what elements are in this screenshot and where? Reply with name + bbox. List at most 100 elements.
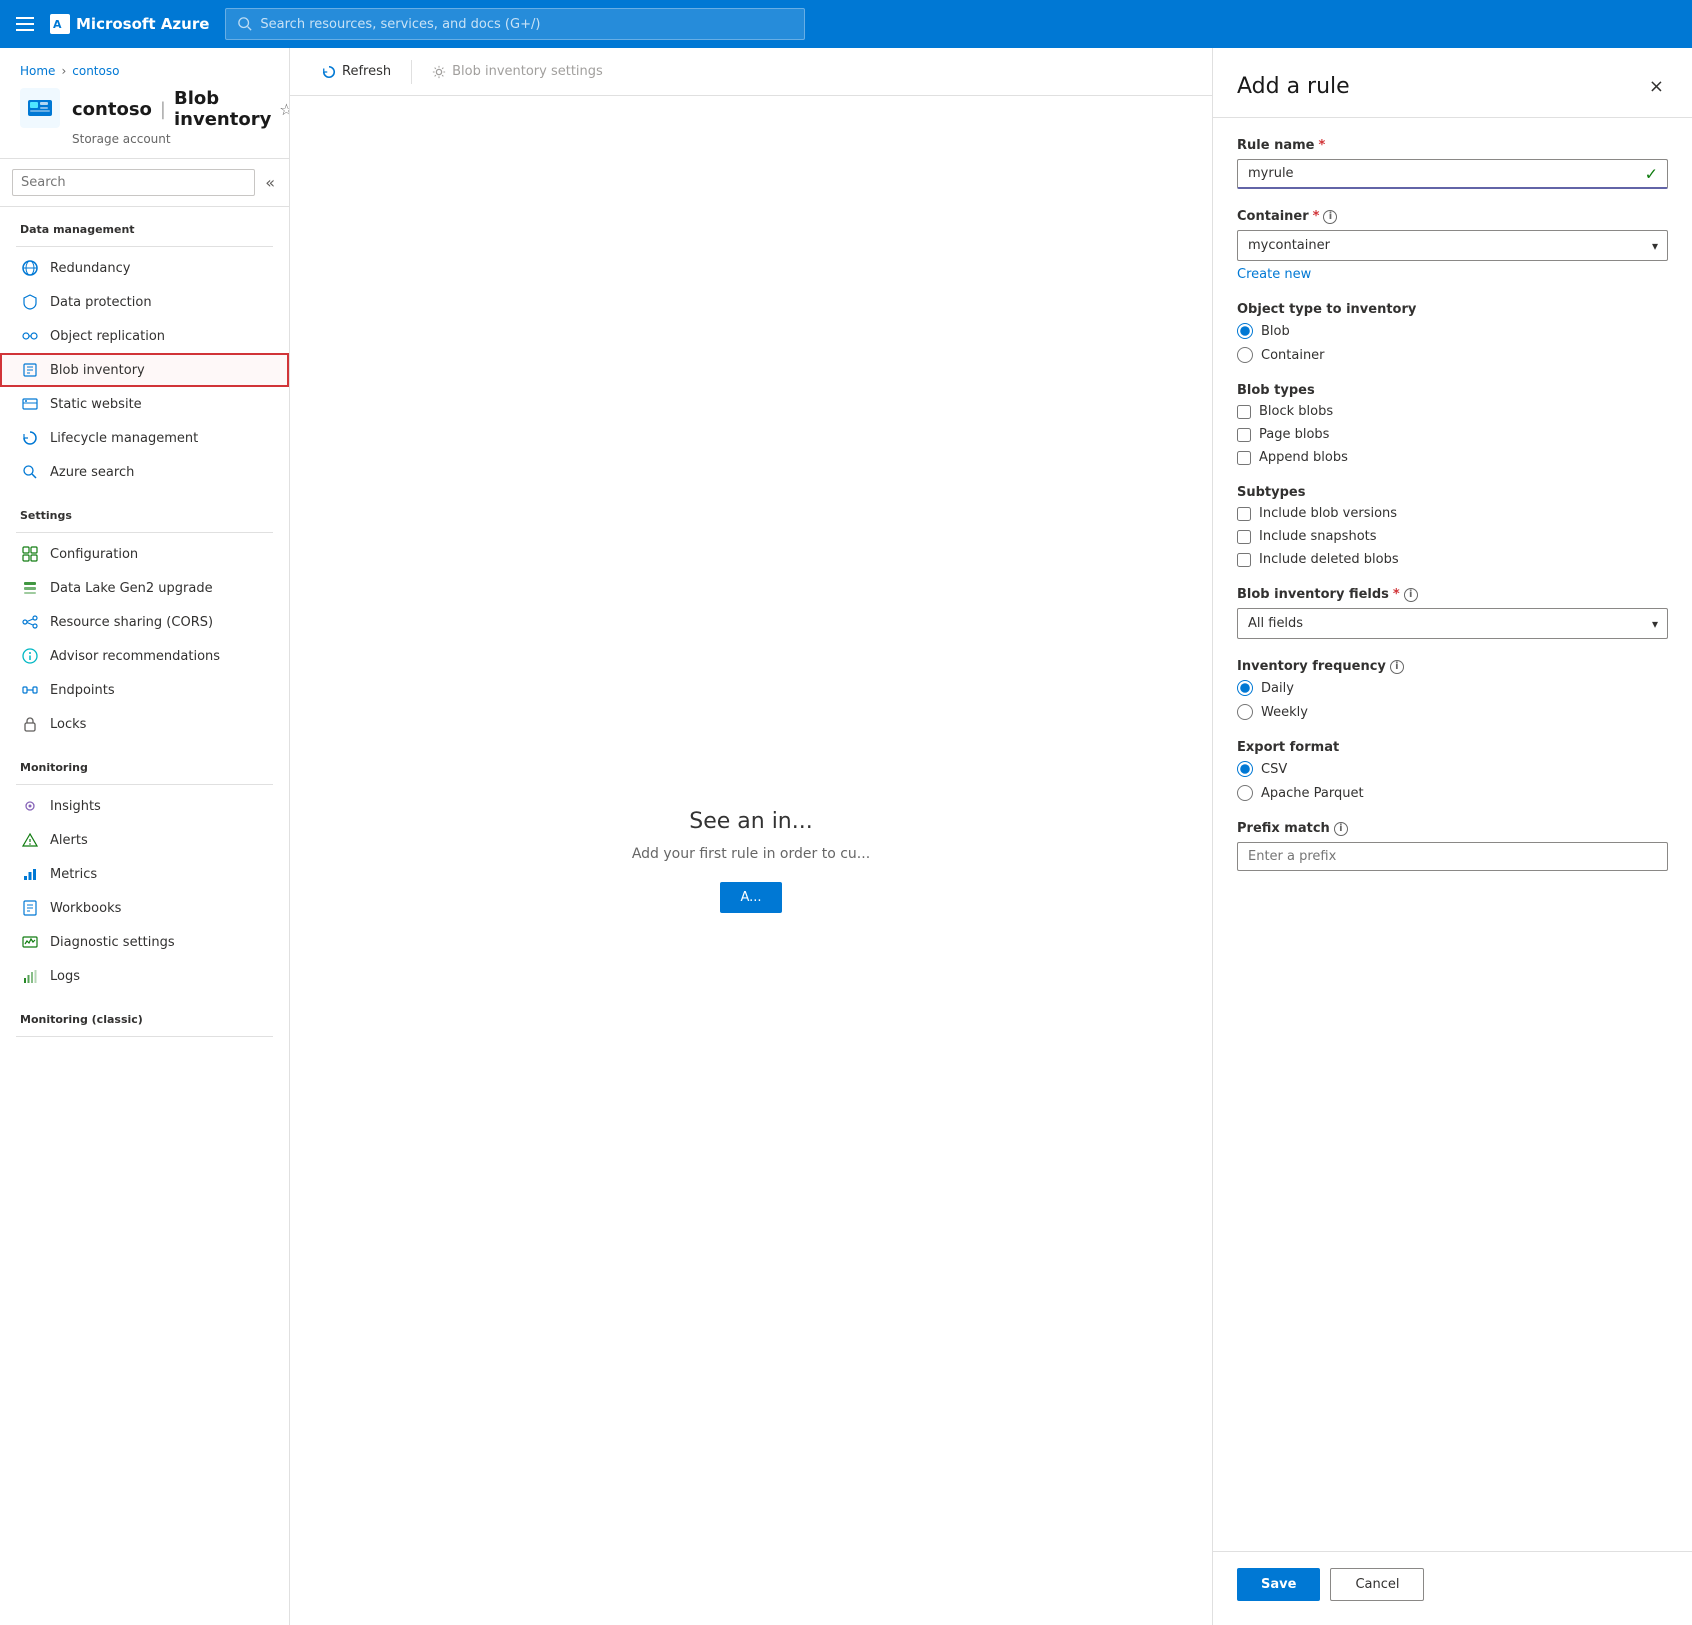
radio-apache-parquet-input[interactable] xyxy=(1237,785,1253,801)
radio-blob[interactable]: Blob xyxy=(1237,323,1668,339)
radio-daily[interactable]: Daily xyxy=(1237,680,1668,696)
required-indicator: * xyxy=(1318,138,1325,153)
subtypes-label: Subtypes xyxy=(1237,485,1668,500)
rule-name-input[interactable] xyxy=(1237,159,1668,189)
nav-section-monitoring-classic: Monitoring (classic) xyxy=(0,997,289,1045)
sidebar-item-advisor[interactable]: Advisor recommendations xyxy=(0,639,289,673)
checkbox-include-deleted-blobs[interactable]: Include deleted blobs xyxy=(1237,552,1668,567)
sidebar-item-label-object-replication: Object replication xyxy=(50,329,165,344)
add-rule-main-button[interactable]: A... xyxy=(720,882,781,913)
checkbox-block-blobs[interactable]: Block blobs xyxy=(1237,404,1668,419)
frequency-info-icon[interactable]: i xyxy=(1390,660,1404,674)
fields-info-icon[interactable]: i xyxy=(1404,588,1418,602)
object-type-radio-group: Blob Container xyxy=(1237,323,1668,363)
sidebar-item-locks[interactable]: Locks xyxy=(0,707,289,741)
checkbox-blob-versions-input[interactable] xyxy=(1237,507,1251,521)
sidebar-search-container: « xyxy=(0,159,289,207)
resource-title: contoso | Blob inventory ☆ ··· xyxy=(72,88,290,130)
sidebar-item-resource-sharing[interactable]: Resource sharing (CORS) xyxy=(0,605,289,639)
checkbox-snapshots-input[interactable] xyxy=(1237,530,1251,544)
blob-inventory-icon xyxy=(20,360,40,380)
blob-inventory-fields-select[interactable]: All fields xyxy=(1237,608,1668,639)
checkbox-append-blobs[interactable]: Append blobs xyxy=(1237,450,1668,465)
sidebar-item-label-metrics: Metrics xyxy=(50,867,97,882)
locks-icon xyxy=(20,714,40,734)
sidebar-item-blob-inventory[interactable]: Blob inventory xyxy=(0,353,289,387)
azure-logo: A Microsoft Azure xyxy=(50,14,209,34)
subtypes-checkbox-group: Include blob versions Include snapshots … xyxy=(1237,506,1668,567)
sidebar-item-configuration[interactable]: Configuration xyxy=(0,537,289,571)
checkbox-page-blobs-input[interactable] xyxy=(1237,428,1251,442)
checkbox-include-snapshots[interactable]: Include snapshots xyxy=(1237,529,1668,544)
sidebar-item-label-data-lake: Data Lake Gen2 upgrade xyxy=(50,581,213,596)
object-type-label: Object type to inventory xyxy=(1237,302,1668,317)
checkbox-include-blob-versions[interactable]: Include blob versions xyxy=(1237,506,1668,521)
sidebar-scroll-area: Data management Redundancy Data protecti… xyxy=(0,207,289,1625)
radio-daily-input[interactable] xyxy=(1237,680,1253,696)
section-divider-monitoring xyxy=(16,784,273,785)
breadcrumb-current[interactable]: contoso xyxy=(72,64,119,78)
checkbox-block-blobs-input[interactable] xyxy=(1237,405,1251,419)
page-header: Home › contoso contoso xyxy=(0,48,289,159)
rule-name-label: Rule name * xyxy=(1237,138,1668,153)
prefix-match-input[interactable] xyxy=(1237,842,1668,871)
radio-container-input[interactable] xyxy=(1237,347,1253,363)
sidebar-item-object-replication[interactable]: Object replication xyxy=(0,319,289,353)
sidebar-item-azure-search[interactable]: Azure search xyxy=(0,455,289,489)
advisor-icon xyxy=(20,646,40,666)
container-select[interactable]: mycontainer xyxy=(1237,230,1668,261)
svg-text:A: A xyxy=(53,18,62,31)
favorite-star-icon[interactable]: ☆ xyxy=(279,100,290,119)
empty-state-title: See an in... xyxy=(689,809,813,834)
radio-container[interactable]: Container xyxy=(1237,347,1668,363)
sidebar-item-diagnostic[interactable]: Diagnostic settings xyxy=(0,925,289,959)
sidebar-item-label-workbooks: Workbooks xyxy=(50,901,121,916)
sidebar-item-label-diagnostic: Diagnostic settings xyxy=(50,935,175,950)
sidebar-item-static-website[interactable]: Static website xyxy=(0,387,289,421)
hamburger-menu[interactable] xyxy=(16,17,34,31)
sidebar-item-alerts[interactable]: Alerts xyxy=(0,823,289,857)
nav-section-settings: Settings Configuration Data Lake Gen2 up… xyxy=(0,493,289,745)
section-divider xyxy=(16,246,273,247)
radio-csv-input[interactable] xyxy=(1237,761,1253,777)
sidebar-item-metrics[interactable]: Metrics xyxy=(0,857,289,891)
section-divider-monitoring-classic xyxy=(16,1036,273,1037)
sidebar-item-label-azure-search: Azure search xyxy=(50,465,134,480)
sidebar: Home › contoso contoso xyxy=(0,48,290,1625)
breadcrumb-home[interactable]: Home xyxy=(20,64,55,78)
inventory-frequency-label: Inventory frequency i xyxy=(1237,659,1668,674)
cancel-button[interactable]: Cancel xyxy=(1330,1568,1424,1601)
global-search-bar[interactable]: Search resources, services, and docs (G+… xyxy=(225,8,805,40)
blob-inventory-settings-button[interactable]: Blob inventory settings xyxy=(420,58,615,85)
radio-weekly-input[interactable] xyxy=(1237,704,1253,720)
panel-close-button[interactable]: × xyxy=(1645,72,1668,101)
checkbox-deleted-blobs-input[interactable] xyxy=(1237,553,1251,567)
radio-blob-input[interactable] xyxy=(1237,323,1253,339)
sidebar-item-data-lake[interactable]: Data Lake Gen2 upgrade xyxy=(0,571,289,605)
sidebar-item-lifecycle-management[interactable]: Lifecycle management xyxy=(0,421,289,455)
resource-subtitle: Storage account xyxy=(72,132,290,146)
sidebar-search-input[interactable] xyxy=(12,169,255,196)
redundancy-icon xyxy=(20,258,40,278)
sidebar-item-data-protection[interactable]: Data protection xyxy=(0,285,289,319)
radio-apache-parquet[interactable]: Apache Parquet xyxy=(1237,785,1668,801)
checkbox-page-blobs[interactable]: Page blobs xyxy=(1237,427,1668,442)
sidebar-item-workbooks[interactable]: Workbooks xyxy=(0,891,289,925)
sidebar-item-insights[interactable]: Insights xyxy=(0,789,289,823)
sidebar-item-label-blob-inventory: Blob inventory xyxy=(50,363,145,378)
refresh-button[interactable]: Refresh xyxy=(310,58,403,85)
sidebar-item-logs[interactable]: Logs xyxy=(0,959,289,993)
save-button[interactable]: Save xyxy=(1237,1568,1320,1601)
container-info-icon[interactable]: i xyxy=(1323,210,1337,224)
checkbox-append-blobs-input[interactable] xyxy=(1237,451,1251,465)
sidebar-collapse-button[interactable]: « xyxy=(263,171,277,194)
section-divider-settings xyxy=(16,532,273,533)
create-new-container-link[interactable]: Create new xyxy=(1237,267,1668,282)
sidebar-item-redundancy[interactable]: Redundancy xyxy=(0,251,289,285)
radio-csv[interactable]: CSV xyxy=(1237,761,1668,777)
prefix-match-label: Prefix match i xyxy=(1237,821,1668,836)
sidebar-item-endpoints[interactable]: Endpoints xyxy=(0,673,289,707)
radio-weekly[interactable]: Weekly xyxy=(1237,704,1668,720)
prefix-info-icon[interactable]: i xyxy=(1334,822,1348,836)
data-lake-icon xyxy=(20,578,40,598)
